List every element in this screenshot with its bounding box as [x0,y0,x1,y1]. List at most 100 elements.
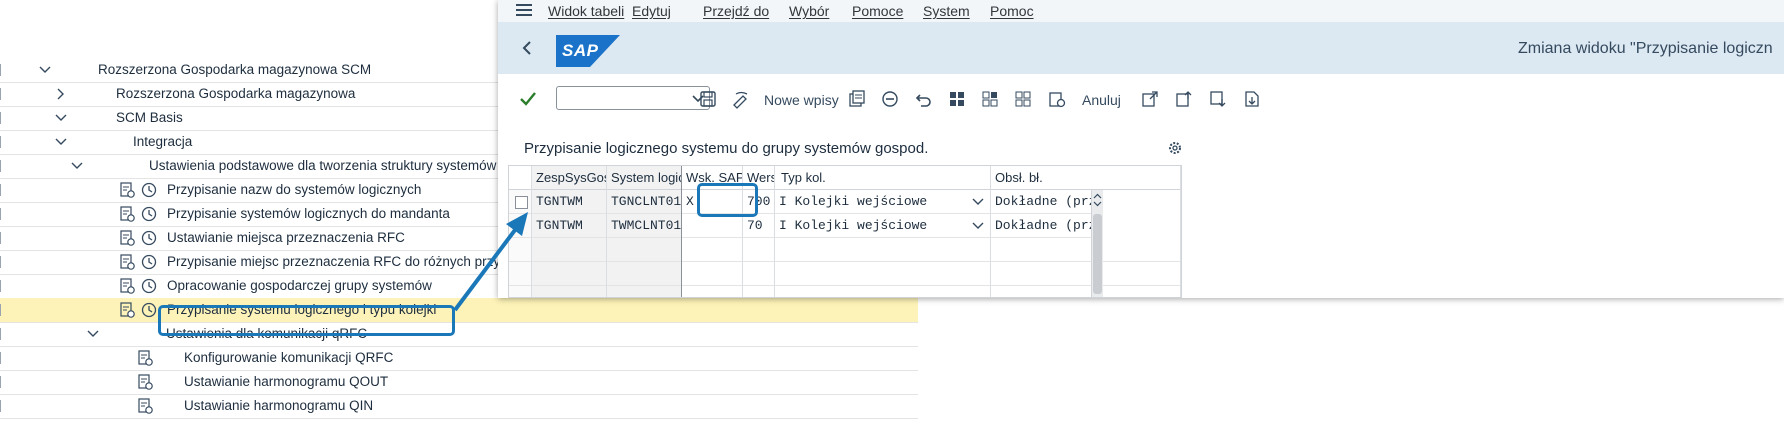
tree-item-label: Ustawianie harmonogramu QOUT [184,374,389,389]
sap-maintenance-window: Widok tabeli Edytuj Przejdź do Wybór Pom… [498,0,1784,298]
clock-icon[interactable] [140,277,158,295]
activity-icon[interactable] [136,397,154,415]
sap-logo: SAP [556,35,620,67]
chevron-down-icon[interactable] [972,195,984,207]
activity-icon[interactable] [118,205,136,223]
menu-pomoc[interactable]: Pomoc [990,3,1034,19]
clock-icon[interactable] [140,229,158,247]
activity-icon[interactable] [118,277,136,295]
table-control: ZespSysGos TGNTWM TGNTWM System logic. T… [508,165,1182,298]
menu-widok-tabeli[interactable]: Widok tabeli [548,3,624,19]
column-obsl-bl: Obsł. bł. Dokładne (prze Dokładne (prze [991,166,1181,297]
display-change-icon[interactable] [731,89,751,109]
tree-item[interactable]: Ustawienia dla komunikacji qRFC [0,322,918,347]
scrollbar-thumb[interactable] [1093,214,1102,294]
tree-item[interactable]: Ustawianie harmonogramu QOUT [0,370,918,395]
cancel-button[interactable]: Anuluj [1082,92,1121,108]
cell-r1-obsl-bl[interactable]: Dokładne (prze [991,190,1095,214]
tree-item-label: Integracja [133,134,193,149]
column-system-logic: System logic. TGNCLNT010 TWMCLNT010 [607,166,682,297]
cell-r2-wers[interactable]: 70 [743,214,774,238]
cell-r2-obsl-bl[interactable]: Dokładne (prze [991,214,1095,238]
delete-icon[interactable] [880,89,900,109]
row-selector-2[interactable] [509,214,531,238]
activity-icon[interactable] [118,253,136,271]
tree-item-label: Rozszerzona Gospodarka magazynowa SCM [98,62,372,77]
row-selector-3 [509,238,531,262]
tree-item-label: Konfigurowanie komunikacji QRFC [184,350,394,365]
cell-r1-typ-kol[interactable]: I Kolejki wejściowe [775,190,990,214]
chevron-down-icon[interactable] [54,135,68,149]
tree-item[interactable]: Ustawianie harmonogramu QIN [0,394,918,419]
tree-item-label: Przypisanie miejsc przeznaczenia RFC do … [167,254,501,269]
activity-icon[interactable] [118,181,136,199]
clock-icon[interactable] [140,301,158,319]
clock-icon[interactable] [140,181,158,199]
highlight-frame-wsk-sap [697,183,758,217]
chevron-down-icon[interactable] [54,111,68,125]
tree-item[interactable]: Konfigurowanie komunikacji QRFC [0,346,918,371]
cell-r1-system-logic: TGNCLNT010 [607,190,681,214]
tree-item[interactable]: Przypisanie systemu logicznego i typu ko… [0,298,918,323]
window-title: Zmiana widoku "Przypisanie logiczn [1518,40,1773,57]
download-icon[interactable] [1242,89,1262,109]
row-selector-4 [509,262,531,286]
cell-r2-zespsysgos: TGNTWM [532,214,606,238]
tree-item-label: SCM Basis [116,110,183,125]
export-icon[interactable] [1140,89,1160,109]
clock-icon[interactable] [140,205,158,223]
select-all-icon[interactable] [947,89,967,109]
vertical-scrollbar[interactable] [1091,190,1103,297]
header-system-logic[interactable]: System logic. [607,166,681,190]
clock-icon[interactable] [140,253,158,271]
hamburger-menu-icon[interactable] [516,3,532,17]
menu-przejdz-do[interactable]: Przejdź do [703,3,769,19]
activity-icon[interactable] [136,373,154,391]
menu-pomoce[interactable]: Pomoce [852,3,903,19]
tree-item-label: Przypisanie nazw do systemów logicznych [167,182,422,197]
new-entries-button[interactable]: Nowe wpisy [764,92,839,108]
undo-icon[interactable] [914,89,934,109]
chevron-right-icon[interactable] [54,87,68,101]
column-zespsysgos: ZespSysGos TGNTWM TGNTWM [532,166,607,297]
tree-item-label: Rozszerzona Gospodarka magazynowa [116,86,356,101]
row-selector-1[interactable] [509,190,531,214]
cell-r2-wsk-sap[interactable] [682,214,742,238]
activity-icon[interactable] [118,229,136,247]
copy-as-icon[interactable] [847,89,867,109]
menu-system[interactable]: System [923,3,970,19]
header-typ-kol[interactable]: Typ kol. [775,166,990,190]
row-selector-header[interactable] [509,166,531,190]
tree-item-label: Opracowanie gospodarczej grupy systemów [167,278,432,293]
scroll-up-down-icon[interactable] [1093,193,1102,207]
gear-icon[interactable] [1167,140,1183,156]
header-obsl-bl[interactable]: Obsł. bł. [991,166,1180,190]
tree-item-label: Ustawienia podstawowe dla tworzenia stru… [149,158,497,173]
tree-item-label: Ustawianie miejsca przeznaczenia RFC [167,230,405,245]
chevron-down-icon[interactable] [38,63,52,77]
deselect-all-icon[interactable] [1013,89,1033,109]
print-settings-icon[interactable] [1047,89,1067,109]
menu-wybor[interactable]: Wybór [789,3,829,19]
move-down-icon[interactable] [1208,89,1228,109]
cell-r2-system-logic: TWMCLNT010 [607,214,681,238]
cell-r1-typ-kol-value: I Kolejki wejściowe [779,194,928,209]
back-icon[interactable] [520,40,534,56]
chevron-down-icon[interactable] [86,327,100,341]
command-field[interactable] [556,86,710,110]
tree-item-label: Przypisanie systemów logicznych do manda… [167,206,450,221]
activity-icon[interactable] [118,301,136,319]
cell-r2-typ-kol[interactable]: I Kolejki wejściowe [775,214,990,238]
select-block-icon[interactable] [980,89,1000,109]
confirm-check-icon[interactable] [518,89,538,109]
chevron-down-icon[interactable] [972,219,984,231]
move-up-icon[interactable] [1174,89,1194,109]
activity-icon[interactable] [136,349,154,367]
column-typ-kol: Typ kol. I Kolejki wejściowe I Kolejki w… [775,166,991,297]
save-icon[interactable] [698,89,718,109]
header-zespsysgos[interactable]: ZespSysGos [532,166,606,190]
highlight-frame-tree-item [158,305,455,336]
cell-r1-zespsysgos: TGNTWM [532,190,606,214]
chevron-down-icon[interactable] [70,159,84,173]
menu-edytuj[interactable]: Edytuj [632,3,671,19]
